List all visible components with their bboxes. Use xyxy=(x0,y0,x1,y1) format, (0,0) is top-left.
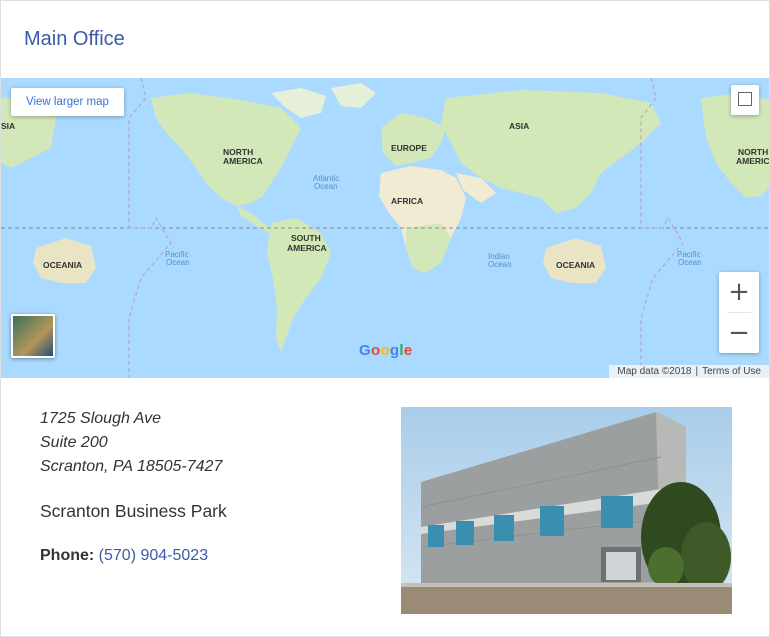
label-atlantic-2: Ocean xyxy=(314,182,338,191)
label-pacific-left-2: Ocean xyxy=(166,258,190,267)
office-building-photo xyxy=(401,407,732,614)
world-map[interactable]: SIA NORTH AMERICA EUROPE ASIA NORTH AMER… xyxy=(1,78,769,378)
zoom-out-button[interactable]: − xyxy=(719,313,759,353)
label-south-america-1: SOUTH xyxy=(291,233,321,243)
business-park-name: Scranton Business Park xyxy=(40,501,227,521)
map-attribution: Map data ©2018 | Terms of Use xyxy=(609,365,769,378)
phone-label: Phone: xyxy=(40,547,95,564)
zoom-controls: + − xyxy=(719,272,759,353)
label-oceania-right: OCEANIA xyxy=(556,260,595,270)
fullscreen-icon xyxy=(738,92,752,106)
terms-of-use-link[interactable]: Terms of Use xyxy=(698,366,765,377)
map-data-text: Map data ©2018 xyxy=(617,366,692,377)
zoom-in-button[interactable]: + xyxy=(719,272,759,312)
address-line-2: Suite 200 xyxy=(40,434,108,451)
satellite-view-toggle[interactable] xyxy=(11,314,55,358)
label-asia: ASIA xyxy=(509,121,529,131)
label-europe: EUROPE xyxy=(391,143,427,153)
label-north-america-right-2: AMERICA xyxy=(736,156,769,166)
phone-row: Phone: (570) 904-5023 xyxy=(40,547,208,565)
address-line-3: Scranton, PA 18505-7427 xyxy=(40,458,223,475)
phone-link[interactable]: (570) 904-5023 xyxy=(99,547,208,564)
label-north-america-2: AMERICA xyxy=(223,156,263,166)
label-south-america-2: AMERICA xyxy=(287,243,327,253)
view-larger-map-link[interactable]: View larger map xyxy=(11,88,124,116)
label-pacific-right-2: Ocean xyxy=(678,258,702,267)
office-title: Main Office xyxy=(24,28,125,50)
fullscreen-button[interactable] xyxy=(731,85,759,115)
google-logo[interactable]: Google xyxy=(359,342,413,359)
address-block: 1725 Slough Ave Suite 200 Scranton, PA 1… xyxy=(40,407,222,479)
address-line-1: 1725 Slough Ave xyxy=(40,410,161,427)
office-card: Main Office SIA NORTH AMERICA EUROPE ASI… xyxy=(0,0,770,637)
google-map[interactable]: SIA NORTH AMERICA EUROPE ASIA NORTH AMER… xyxy=(1,78,769,378)
label-africa: AFRICA xyxy=(391,196,423,206)
label-indian-2: Ocean xyxy=(488,260,512,269)
label-asia-left: SIA xyxy=(1,121,15,131)
label-oceania-left: OCEANIA xyxy=(43,260,82,270)
